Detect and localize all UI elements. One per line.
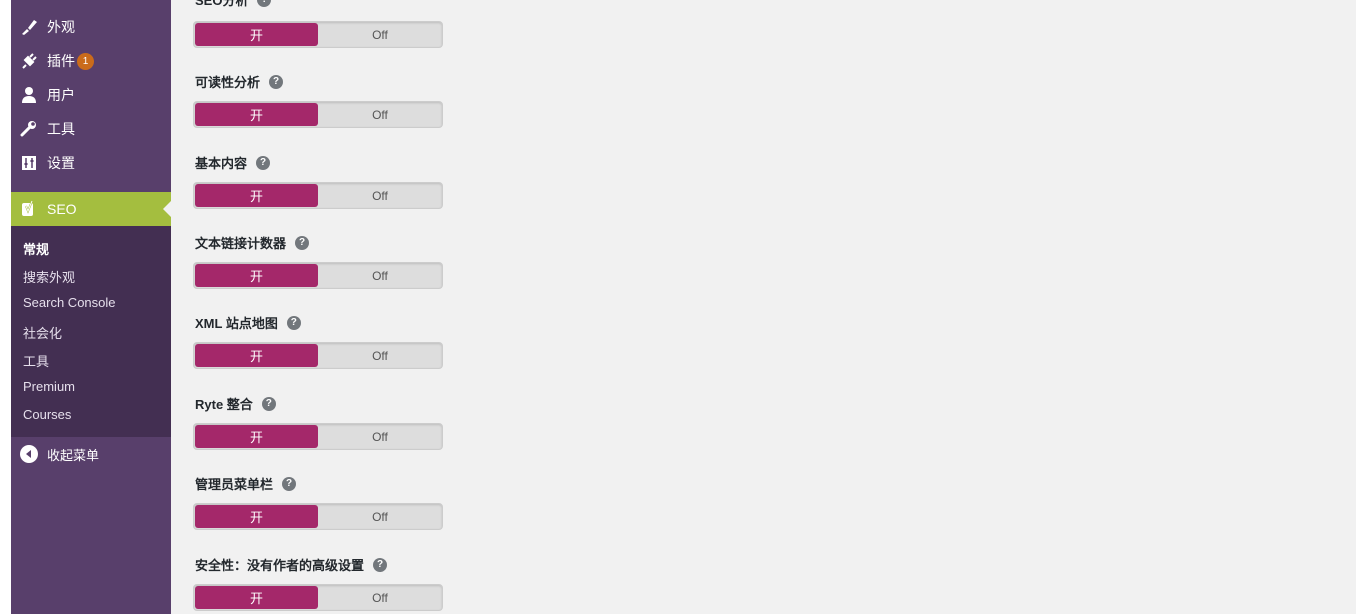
menu-item-appearance[interactable]: 外观 xyxy=(11,10,171,44)
setting-label-text: Ryte 整合 xyxy=(195,397,253,412)
toggle-switch[interactable]: 开 Off xyxy=(193,342,443,369)
menu-item-users[interactable]: 用户 xyxy=(11,78,171,112)
toggle-off-option[interactable]: Off xyxy=(318,344,442,367)
toggle-switch[interactable]: 开 Off xyxy=(193,101,443,128)
menu-label: 工具 xyxy=(47,121,75,137)
toggle-switch[interactable]: 开 Off xyxy=(193,503,443,530)
seo-submenu: 常规 搜索外观 Search Console 社会化 工具 Premium Co… xyxy=(11,226,171,437)
submenu-item-courses[interactable]: Courses xyxy=(23,407,71,422)
setting-label-text: 管理员菜单栏 xyxy=(195,477,274,492)
toggle-off-option[interactable]: Off xyxy=(318,184,442,207)
toggle-on-option[interactable]: 开 xyxy=(195,425,318,448)
help-icon[interactable]: ? xyxy=(256,155,271,170)
help-icon[interactable]: ? xyxy=(373,557,388,572)
menu-item-seo[interactable]: SEO xyxy=(11,192,171,226)
help-icon[interactable]: ? xyxy=(257,0,272,7)
menu-label: SEO xyxy=(47,201,77,217)
toggle-off-option[interactable]: Off xyxy=(318,23,442,46)
menu-label: 设置 xyxy=(47,155,75,171)
submenu-item-general[interactable]: 常规 xyxy=(23,239,49,258)
help-icon[interactable]: ? xyxy=(269,74,284,89)
user-icon xyxy=(19,85,39,105)
menu-item-settings[interactable]: 设置 xyxy=(11,146,171,180)
toggle-on-option[interactable]: 开 xyxy=(195,264,318,287)
submenu-item-search-appearance[interactable]: 搜索外观 xyxy=(23,267,75,286)
current-indicator-arrow xyxy=(163,201,171,217)
toggle-on-option[interactable]: 开 xyxy=(195,586,318,609)
toggle-switch[interactable]: 开 Off xyxy=(193,262,443,289)
collapse-menu-button[interactable]: 收起菜单 xyxy=(11,438,171,470)
setting-label-text: XML 站点地图 xyxy=(195,316,278,331)
toggle-switch[interactable]: 开 Off xyxy=(193,584,443,611)
toggle-off-option[interactable]: Off xyxy=(318,264,442,287)
toggle-on-option[interactable]: 开 xyxy=(195,103,318,126)
update-count-badge: 1 xyxy=(77,52,94,70)
setting-label: 管理员菜单栏 ? xyxy=(195,474,297,493)
collapse-arrow-icon xyxy=(20,445,38,463)
submenu-item-search-console[interactable]: Search Console xyxy=(23,295,116,310)
admin-sidebar: 外观 插件 1 用户 工具 设置 SEO 常规 搜索外观 Search Cons… xyxy=(11,0,171,614)
left-edge xyxy=(0,0,11,614)
toggle-switch[interactable]: 开 Off xyxy=(193,21,443,48)
setting-label-text: 可读性分析 xyxy=(195,75,261,90)
toggle-switch[interactable]: 开 Off xyxy=(193,423,443,450)
submenu-item-tools[interactable]: 工具 xyxy=(23,351,49,370)
setting-label: 可读性分析 ? xyxy=(195,72,284,91)
menu-label: 外观 xyxy=(47,19,75,35)
help-icon[interactable]: ? xyxy=(282,476,297,491)
toggle-on-option[interactable]: 开 xyxy=(195,23,318,46)
menu-item-tools[interactable]: 工具 xyxy=(11,112,171,146)
help-icon[interactable]: ? xyxy=(261,396,276,411)
toggle-off-option[interactable]: Off xyxy=(318,103,442,126)
help-icon[interactable]: ? xyxy=(286,315,301,330)
yoast-icon xyxy=(19,199,39,219)
help-icon[interactable]: ? xyxy=(295,235,310,250)
setting-label: Ryte 整合 ? xyxy=(195,394,276,413)
setting-label: SEO分析 ? xyxy=(195,0,272,9)
toggle-off-option[interactable]: Off xyxy=(318,425,442,448)
settings-icon xyxy=(19,153,39,173)
setting-label-text: 文本链接计数器 xyxy=(195,236,287,251)
toggle-off-option[interactable]: Off xyxy=(318,586,442,609)
toggle-on-option[interactable]: 开 xyxy=(195,505,318,528)
plugin-icon xyxy=(19,51,39,71)
submenu-item-premium[interactable]: Premium xyxy=(23,379,75,394)
setting-label: XML 站点地图 ? xyxy=(195,313,301,332)
toggle-on-option[interactable]: 开 xyxy=(195,184,318,207)
menu-item-plugins[interactable]: 插件 1 xyxy=(11,44,171,78)
setting-label: 文本链接计数器 ? xyxy=(195,233,310,252)
setting-label-text: 安全性：没有作者的高级设置 xyxy=(195,558,365,573)
setting-label-text: SEO分析 xyxy=(195,0,249,8)
setting-label: 安全性：没有作者的高级设置 ? xyxy=(195,555,388,574)
toggle-off-option[interactable]: Off xyxy=(318,505,442,528)
setting-label-text: 基本内容 xyxy=(195,156,248,171)
collapse-label: 收起菜单 xyxy=(47,447,100,463)
menu-label: 插件 xyxy=(47,53,75,69)
submenu-item-social[interactable]: 社会化 xyxy=(23,323,62,342)
toggle-switch[interactable]: 开 Off xyxy=(193,182,443,209)
menu-label: 用户 xyxy=(47,87,75,103)
wrench-icon xyxy=(19,119,39,139)
paintbrush-icon xyxy=(19,17,39,37)
setting-label: 基本内容 ? xyxy=(195,153,271,172)
toggle-on-option[interactable]: 开 xyxy=(195,344,318,367)
